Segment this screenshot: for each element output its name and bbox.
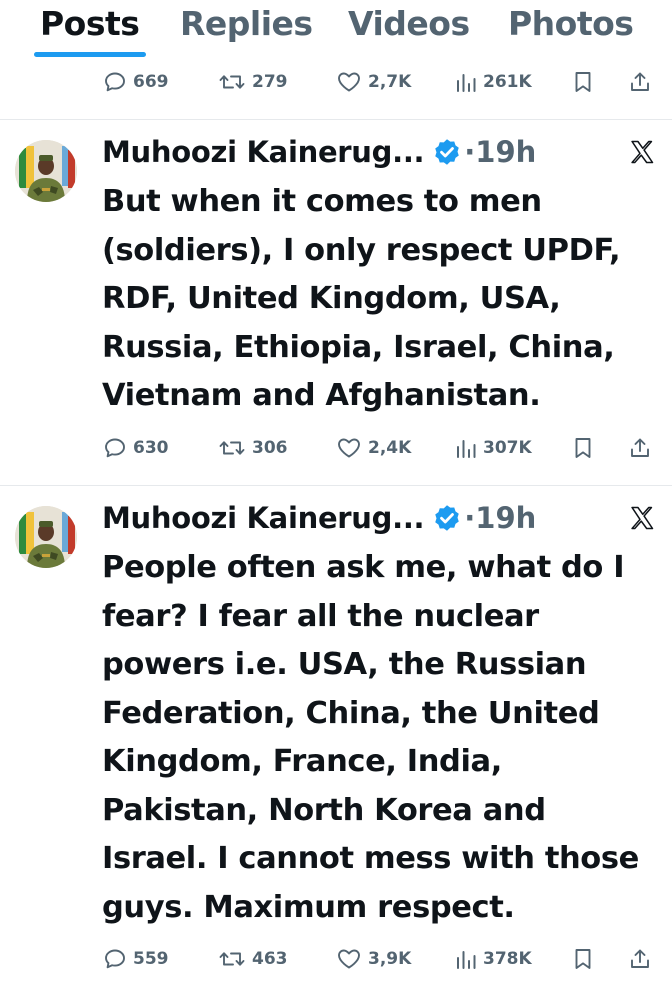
x-logo-icon (628, 504, 656, 532)
like-count: 2,4K (368, 438, 412, 458)
post-time[interactable]: ·19h (464, 501, 536, 535)
tab-replies[interactable]: Replies (180, 4, 313, 43)
post-action-bar: 559 463 3,9K 378K (0, 937, 672, 981)
share-button[interactable] (628, 60, 652, 104)
share-upload-icon (631, 72, 649, 91)
speech-bubble-icon (105, 438, 125, 458)
post-text-line: Russia, Ethiopia, Israel, China, (102, 329, 615, 365)
bookmark-button[interactable] (572, 426, 594, 470)
bookmark-icon (575, 949, 591, 969)
reply-count: 669 (133, 72, 169, 92)
post-text-line: Federation, China, the United (102, 695, 600, 731)
bar-chart-icon (457, 951, 476, 969)
heart-icon (338, 72, 360, 92)
x-logo-icon (628, 138, 656, 166)
like-count: 3,9K (368, 949, 412, 969)
repost-count: 306 (252, 438, 288, 458)
share-upload-icon (631, 438, 649, 457)
repost-button[interactable]: 279 (218, 60, 288, 104)
share-upload-icon (631, 949, 649, 968)
views-count: 378K (483, 949, 532, 969)
repost-arrows-icon (219, 952, 245, 966)
repost-count: 279 (252, 72, 288, 92)
tab-photos[interactable]: Photos (508, 4, 634, 43)
post[interactable]: Muhoozi Kainerug... ·19h People often as… (0, 486, 672, 1000)
reply-count: 630 (133, 438, 169, 458)
heart-icon (338, 949, 360, 969)
avatar[interactable] (15, 140, 77, 202)
reply-button[interactable]: 630 (103, 426, 169, 470)
bar-chart-icon (457, 440, 476, 458)
views-count: 261K (483, 72, 532, 92)
heart-icon (338, 438, 360, 458)
active-tab-indicator (34, 52, 146, 57)
author-name[interactable]: Muhoozi Kainerug... (102, 501, 425, 535)
post-time[interactable]: ·19h (464, 135, 536, 169)
post-header: Muhoozi Kainerug... ·19h (102, 132, 536, 172)
post-text: People often ask me, what do I fear? I f… (102, 544, 667, 932)
bookmark-button[interactable] (572, 60, 594, 104)
time-separator: · (464, 501, 476, 535)
time-separator: · (464, 135, 476, 169)
repost-arrows-icon (219, 75, 245, 89)
speech-bubble-icon (105, 949, 125, 969)
reply-button[interactable]: 669 (103, 60, 169, 104)
post-text-line: Israel. I cannot mess with those (102, 841, 639, 876)
repost-count: 463 (252, 949, 288, 969)
post-text-line: guys. Maximum respect. (102, 889, 515, 925)
post-header: Muhoozi Kainerug... ·19h (102, 498, 536, 538)
like-count: 2,7K (368, 72, 412, 92)
views-button[interactable]: 378K (455, 937, 532, 981)
like-button[interactable]: 2,4K (336, 426, 411, 470)
post-text-line: RDF, United Kingdom, USA, (102, 281, 561, 316)
post-text-line: People often ask me, what do I (102, 550, 625, 585)
repost-button[interactable]: 463 (218, 937, 288, 981)
like-button[interactable]: 2,7K (336, 60, 411, 104)
tab-posts[interactable]: Posts (40, 4, 140, 43)
bookmark-icon (575, 438, 591, 458)
speech-bubble-icon (105, 72, 125, 92)
verified-badge-icon (432, 137, 462, 167)
views-button[interactable]: 307K (455, 426, 532, 470)
time-text: 19h (475, 501, 537, 535)
post-text-line: Pakistan, North Korea and (102, 792, 546, 828)
bookmark-icon (575, 72, 591, 92)
reply-button[interactable]: 559 (103, 937, 169, 981)
views-count: 307K (483, 438, 532, 458)
post-text-line: powers i.e. USA, the Russian (102, 647, 587, 682)
avatar[interactable] (15, 506, 77, 568)
bookmark-button[interactable] (572, 937, 594, 981)
post-text-line: Kingdom, France, India, (102, 744, 502, 779)
like-button[interactable]: 3,9K (336, 937, 411, 981)
post-action-bar: 630 306 2,4K 307K (0, 426, 672, 470)
post-text-line: Vietnam and Afghanistan. (102, 378, 541, 413)
post[interactable]: Muhoozi Kainerug... ·19h But when it com… (0, 120, 672, 485)
profile-tabs: Posts Replies Videos Photos (0, 0, 672, 58)
post-text-line: But when it comes to men (102, 184, 542, 219)
repost-arrows-icon (219, 441, 245, 455)
reply-count: 559 (133, 949, 169, 969)
bar-chart-icon (457, 74, 476, 92)
time-text: 19h (475, 135, 537, 169)
post-text-line: fear? I fear all the nuclear (102, 598, 539, 634)
views-button[interactable]: 261K (455, 60, 532, 104)
verified-badge-icon (432, 503, 462, 533)
post-action-bar: 669 279 2,7K 261K (0, 60, 672, 104)
author-name[interactable]: Muhoozi Kainerug... (102, 135, 425, 169)
tab-videos[interactable]: Videos (348, 4, 470, 43)
post-text: But when it comes to men (soldiers), I o… (102, 178, 667, 421)
repost-button[interactable]: 306 (218, 426, 288, 470)
share-button[interactable] (628, 937, 652, 981)
share-button[interactable] (628, 426, 652, 470)
post-text-line: (soldiers), I only respect UPDF, (102, 232, 621, 268)
